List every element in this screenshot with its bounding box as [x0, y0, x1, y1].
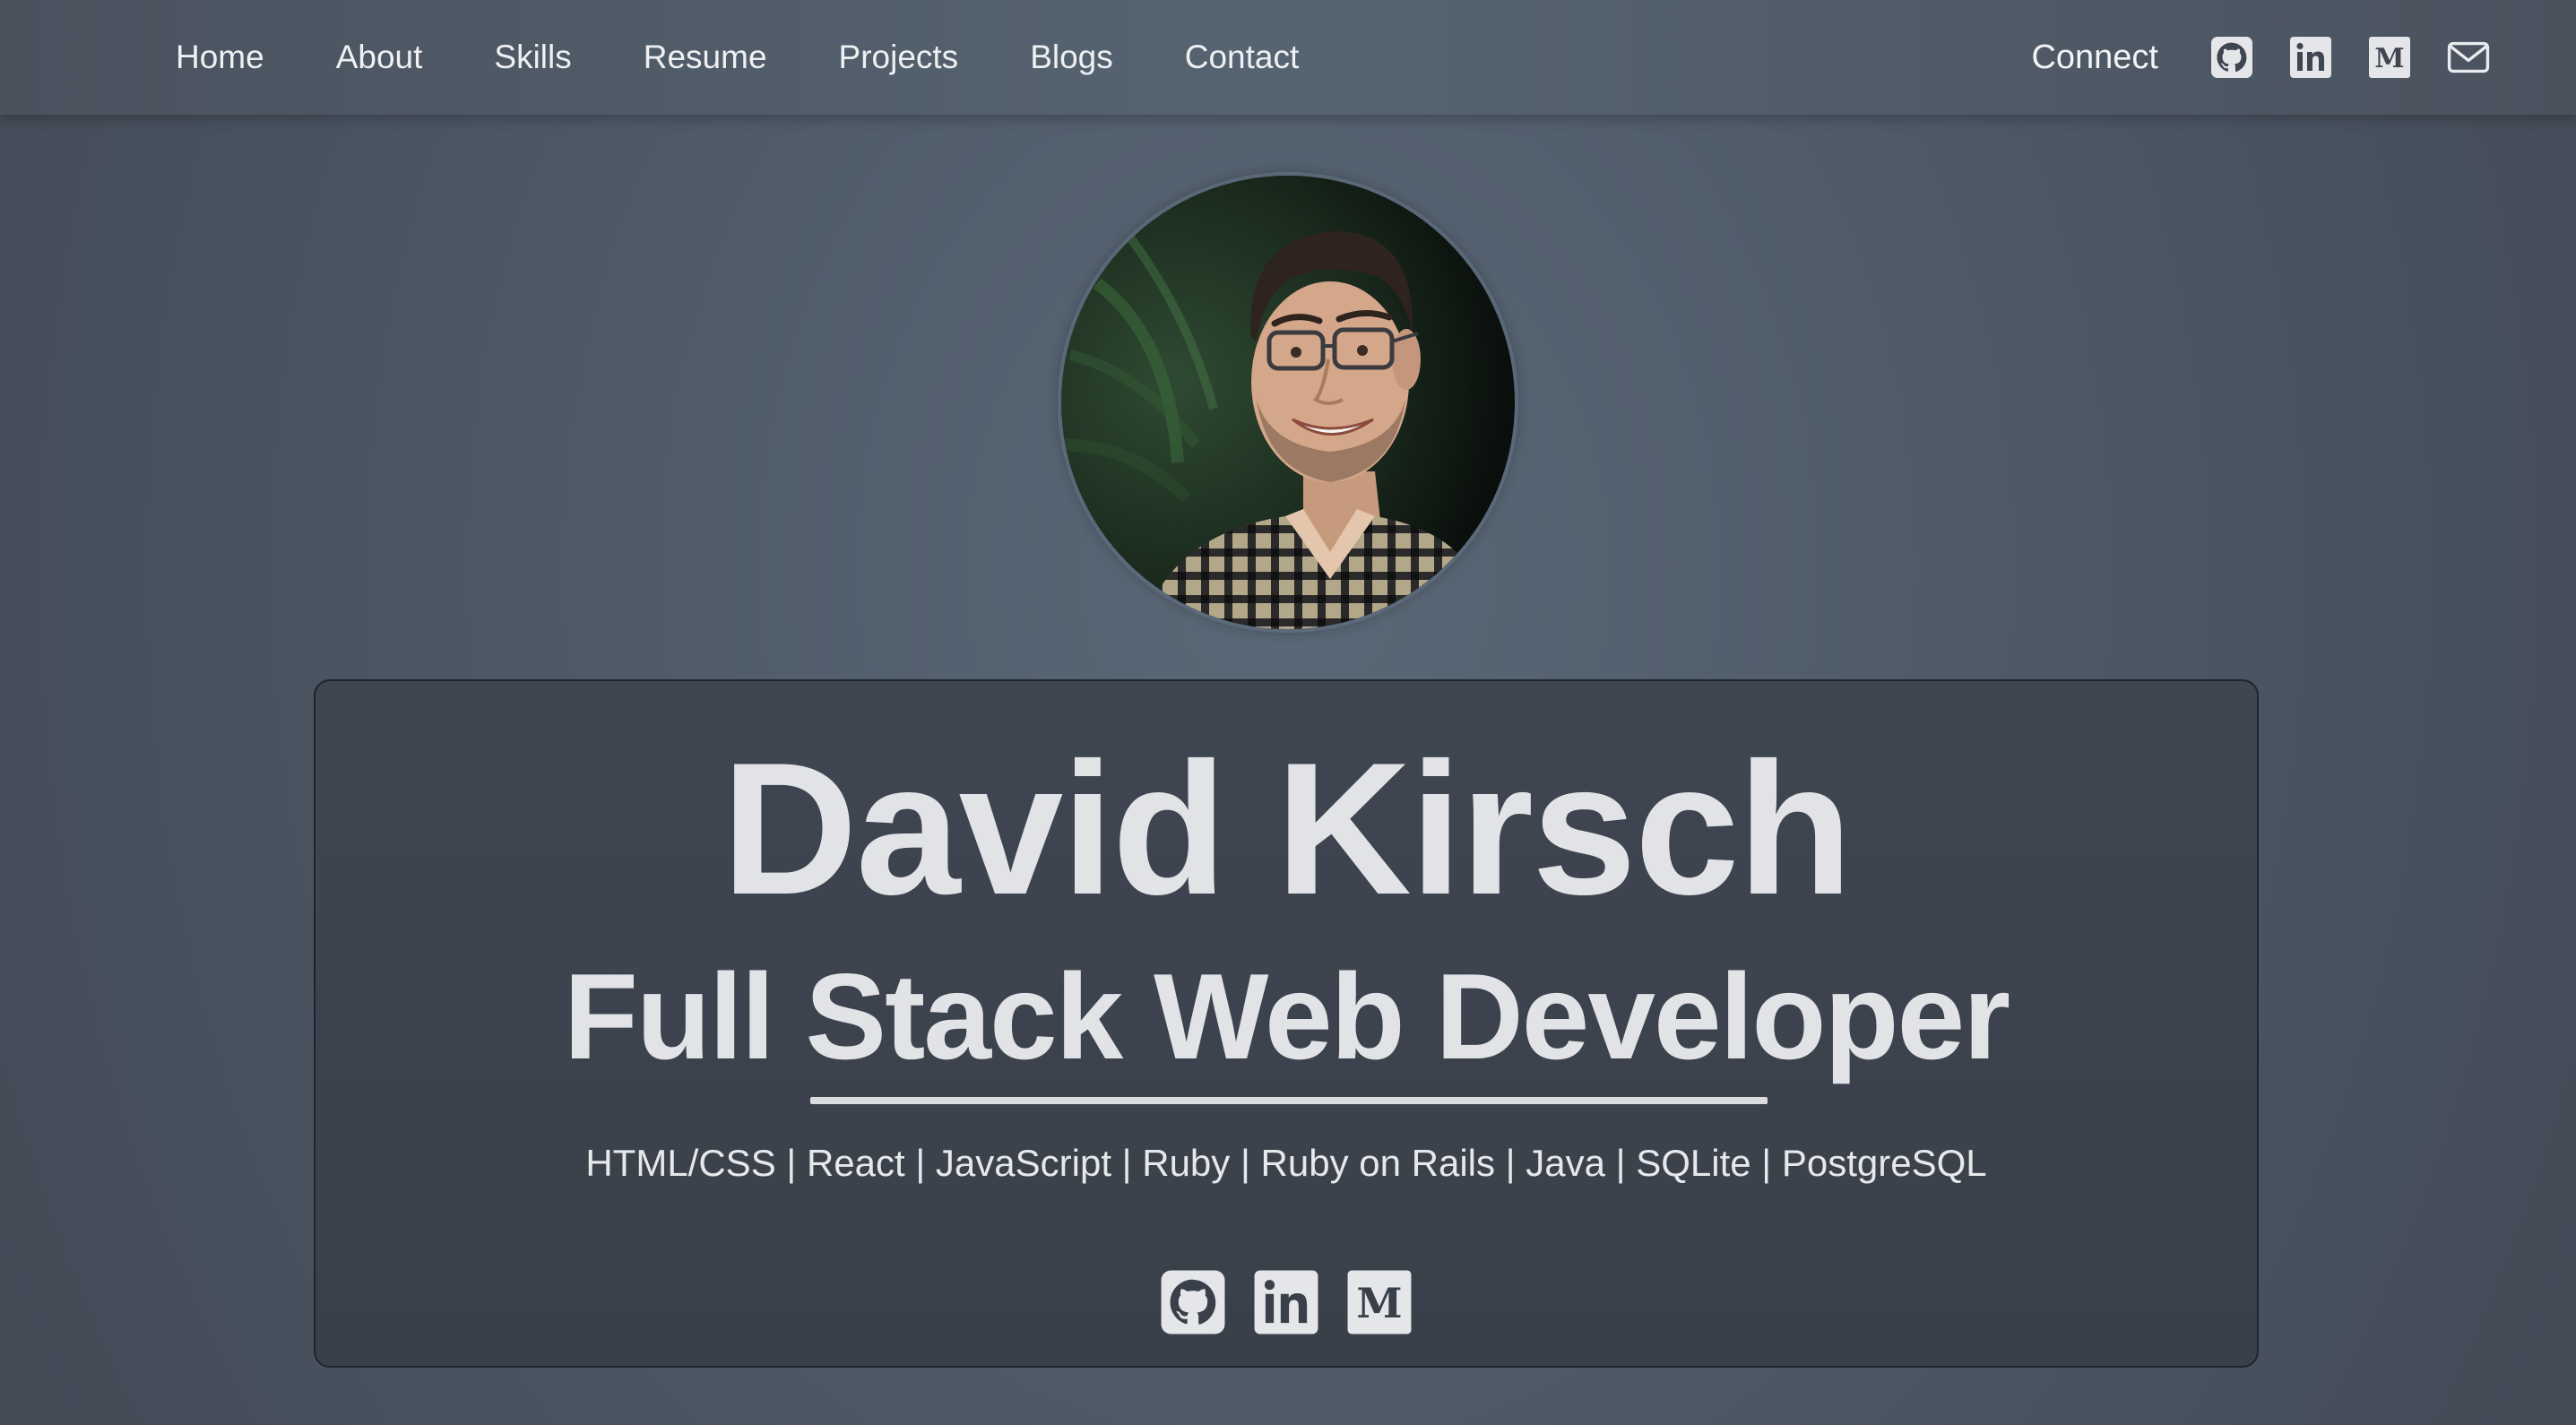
mail-icon[interactable] — [2447, 36, 2490, 79]
svg-text:M: M — [2374, 43, 2404, 74]
github-icon[interactable] — [2210, 36, 2253, 79]
nav-link-home[interactable]: Home — [176, 39, 264, 76]
nav-connect-group: Connect M — [2031, 0, 2490, 115]
hero-card: David Kirsch Full Stack Web Developer HT… — [314, 679, 2259, 1368]
hero-title: Full Stack Web Developer — [563, 948, 2010, 1084]
linkedin-icon[interactable] — [2289, 36, 2332, 79]
nav-link-contact[interactable]: Contact — [1185, 39, 1300, 76]
nav-link-resume[interactable]: Resume — [644, 39, 767, 76]
connect-label: Connect — [2031, 38, 2158, 76]
nav-link-blogs[interactable]: Blogs — [1030, 39, 1113, 76]
title-underline — [810, 1097, 1768, 1104]
medium-icon[interactable]: M — [2368, 36, 2411, 79]
svg-text:M: M — [1356, 1279, 1402, 1327]
top-navbar: Home About Skills Resume Projects Blogs … — [0, 0, 2576, 115]
nav-link-about[interactable]: About — [336, 39, 423, 76]
nav-link-projects[interactable]: Projects — [839, 39, 959, 76]
hero-name: David Kirsch — [722, 723, 1853, 934]
github-icon[interactable] — [1160, 1269, 1226, 1335]
profile-photo — [1061, 176, 1515, 629]
medium-icon[interactable]: M — [1346, 1269, 1413, 1335]
hero-social-links: M — [316, 1269, 2257, 1335]
hero-skills: HTML/CSS | React | JavaScript | Ruby | R… — [585, 1142, 1987, 1184]
nav-links: Home About Skills Resume Projects Blogs … — [176, 0, 1370, 115]
linkedin-icon[interactable] — [1253, 1269, 1319, 1335]
nav-link-skills[interactable]: Skills — [494, 39, 571, 76]
